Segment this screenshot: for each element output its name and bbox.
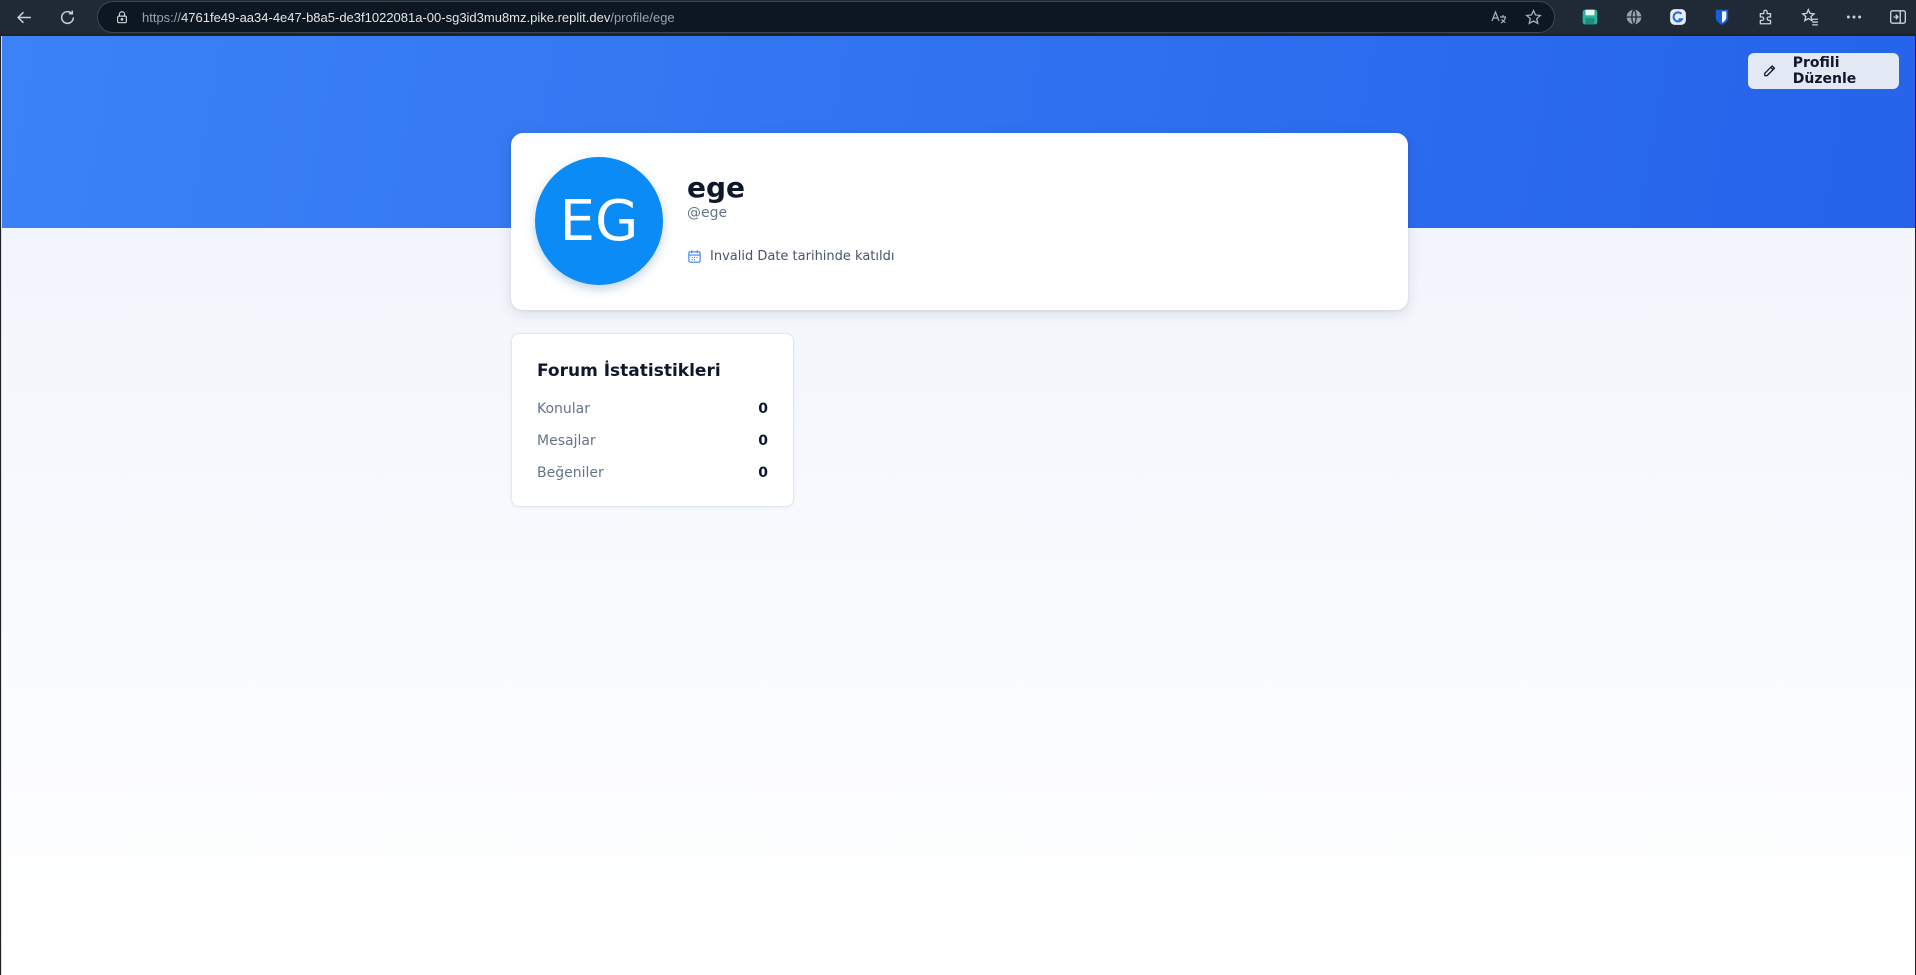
- edit-profile-button[interactable]: Profili Düzenle: [1748, 53, 1899, 89]
- stat-row-topics: Konular 0: [537, 393, 768, 425]
- forum-stats-card: Forum İstatistikleri Konular 0 Mesajlar …: [511, 333, 794, 507]
- join-date-text: Invalid Date tarihinde katıldı: [710, 249, 895, 264]
- address-bar[interactable]: https://4761fe49-aa34-4e47-b8a5-de3f1022…: [97, 1, 1555, 33]
- grammar-extension-icon[interactable]: [1656, 0, 1700, 34]
- favorites-icon[interactable]: [1788, 0, 1832, 34]
- stat-value: 0: [758, 401, 768, 417]
- bitwarden-extension-icon[interactable]: [1700, 0, 1744, 34]
- calendar-icon: [688, 250, 701, 263]
- avatar-initials: EG: [559, 188, 639, 254]
- url-text[interactable]: https://4761fe49-aa34-4e47-b8a5-de3f1022…: [142, 10, 675, 25]
- read-aloud-icon[interactable]: [1488, 6, 1510, 28]
- display-name: ege: [687, 171, 746, 204]
- stat-value: 0: [758, 465, 768, 481]
- browser-toolbar: https://4761fe49-aa34-4e47-b8a5-de3f1022…: [0, 0, 1916, 34]
- stat-row-likes: Beğeniler 0: [537, 457, 768, 489]
- stat-row-messages: Mesajlar 0: [537, 425, 768, 457]
- pencil-icon: [1764, 65, 1776, 77]
- stats-title: Forum İstatistikleri: [537, 361, 721, 381]
- refresh-icon[interactable]: [50, 0, 84, 34]
- stat-label: Mesajlar: [537, 433, 596, 449]
- stat-label: Konular: [537, 401, 591, 417]
- stat-label: Beğeniler: [537, 465, 604, 481]
- join-date: Invalid Date tarihinde katıldı: [687, 249, 895, 264]
- save-extension-icon[interactable]: [1568, 0, 1612, 34]
- url-path: /profile/ege: [610, 9, 675, 25]
- page-viewport: Profili Düzenle EG ege @ege Invalid Date…: [1, 36, 1915, 975]
- url-scheme: https://: [142, 9, 182, 25]
- profile-card: EG ege @ege Invalid Date tarihinde katıl…: [511, 133, 1408, 310]
- username-handle: @ege: [687, 205, 728, 221]
- star-icon[interactable]: [1522, 6, 1544, 28]
- address-bar-actions: [1488, 2, 1544, 32]
- url-host: 4761fe49-aa34-4e47-b8a5-de3f1022081a-00-…: [181, 9, 611, 25]
- globe-extension-icon[interactable]: [1612, 0, 1656, 34]
- sidebar-icon[interactable]: [1876, 0, 1916, 34]
- edit-profile-label: Profili Düzenle: [1792, 55, 1857, 87]
- profile-info: ege @ege Invalid Date tarihinde katıldı: [687, 171, 895, 264]
- avatar: EG: [535, 157, 663, 285]
- extensions-area: [1568, 0, 1916, 34]
- lock-icon[interactable]: [114, 9, 130, 25]
- back-arrow-icon[interactable]: [7, 0, 41, 34]
- stat-value: 0: [758, 433, 768, 449]
- puzzle-icon[interactable]: [1744, 0, 1788, 34]
- more-icon[interactable]: [1832, 0, 1876, 34]
